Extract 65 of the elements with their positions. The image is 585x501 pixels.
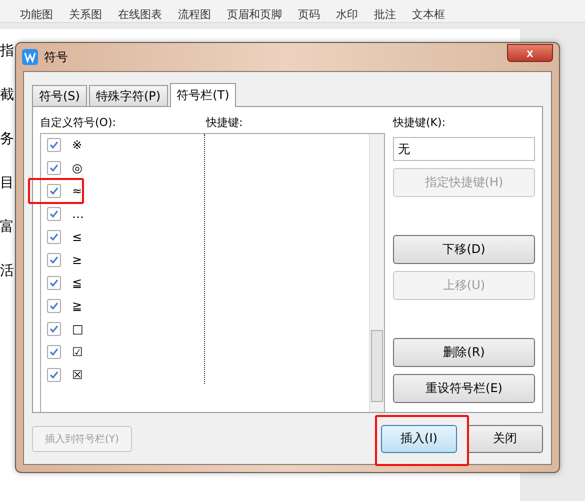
action-button[interactable]: 重设符号栏(E): [393, 374, 535, 403]
toolbar-item[interactable]: 关系图: [69, 7, 102, 22]
tab[interactable]: 符号(S): [32, 85, 87, 106]
window-title: 符号: [44, 48, 69, 66]
document-text: 富: [0, 218, 14, 237]
check-icon: [49, 278, 59, 288]
checkbox[interactable]: [47, 253, 61, 267]
check-icon: [49, 347, 59, 357]
check-icon: [49, 232, 59, 242]
checkbox[interactable]: [47, 184, 61, 198]
toolbar-item[interactable]: 功能图: [20, 7, 53, 22]
toolbar-item[interactable]: 批注: [374, 7, 396, 22]
symbol-text: ☑: [72, 345, 83, 359]
highlight-box: [28, 178, 84, 204]
tab[interactable]: 符号栏(T): [170, 83, 236, 107]
checkbox[interactable]: [47, 161, 61, 175]
check-icon: [49, 370, 59, 380]
app-logo-icon: [22, 49, 38, 65]
check-icon: [49, 163, 59, 173]
symbol-text: …: [72, 207, 84, 221]
close-button[interactable]: x: [507, 44, 553, 62]
symbol-text: ≦: [72, 276, 82, 290]
symbol-text: ≈: [72, 184, 82, 198]
checkbox[interactable]: [47, 138, 61, 152]
document-text: 指: [0, 42, 14, 61]
shortcut-label: 快捷键(K):: [393, 115, 447, 130]
action-button[interactable]: 下移(D): [393, 235, 535, 264]
document-text: 活: [0, 262, 14, 281]
action-button[interactable]: 删除(R): [393, 338, 535, 367]
document-text: 务: [0, 130, 14, 149]
checkbox[interactable]: [47, 368, 61, 382]
symbol-text: ≤: [72, 230, 82, 244]
toolbar-item[interactable]: 页码: [298, 7, 320, 22]
check-icon: [49, 324, 59, 334]
column-header: 快捷键:: [206, 115, 243, 131]
checkbox[interactable]: [47, 276, 61, 290]
toolbar-item[interactable]: 流程图: [178, 7, 211, 22]
shortcut-field[interactable]: 无: [393, 137, 535, 161]
dialog-button[interactable]: 关闭: [467, 424, 543, 452]
checkbox[interactable]: [47, 230, 61, 244]
checkbox[interactable]: [47, 299, 61, 313]
toolbar-item[interactable]: 水印: [336, 7, 358, 22]
document-text: 目: [0, 174, 14, 193]
check-icon: [49, 209, 59, 219]
check-icon: [49, 140, 59, 150]
symbol-text: ≥: [72, 253, 82, 267]
check-icon: [49, 255, 59, 265]
document-text: 截: [0, 86, 14, 105]
symbol-text: ≧: [72, 299, 82, 313]
toolbar-item[interactable]: 文本框: [412, 7, 445, 22]
symbol-text: ※: [72, 138, 82, 152]
list-label: 自定义符号(O):: [40, 115, 117, 131]
checkbox[interactable]: [47, 322, 61, 336]
symbol-text: ◎: [72, 161, 82, 175]
toolbar-item[interactable]: 页眉和页脚: [227, 7, 282, 22]
check-icon: [49, 186, 59, 196]
toolbar-item[interactable]: 在线图表: [118, 7, 162, 22]
checkbox[interactable]: [47, 345, 61, 359]
checkbox[interactable]: [47, 207, 61, 221]
check-icon: [49, 301, 59, 311]
symbol-text: □: [72, 322, 84, 336]
symbol-text: ☒: [72, 368, 83, 382]
tab[interactable]: 特殊字符(P): [88, 85, 168, 106]
scrollbar[interactable]: [369, 134, 384, 412]
dialog-button[interactable]: 插入(I): [381, 424, 457, 452]
